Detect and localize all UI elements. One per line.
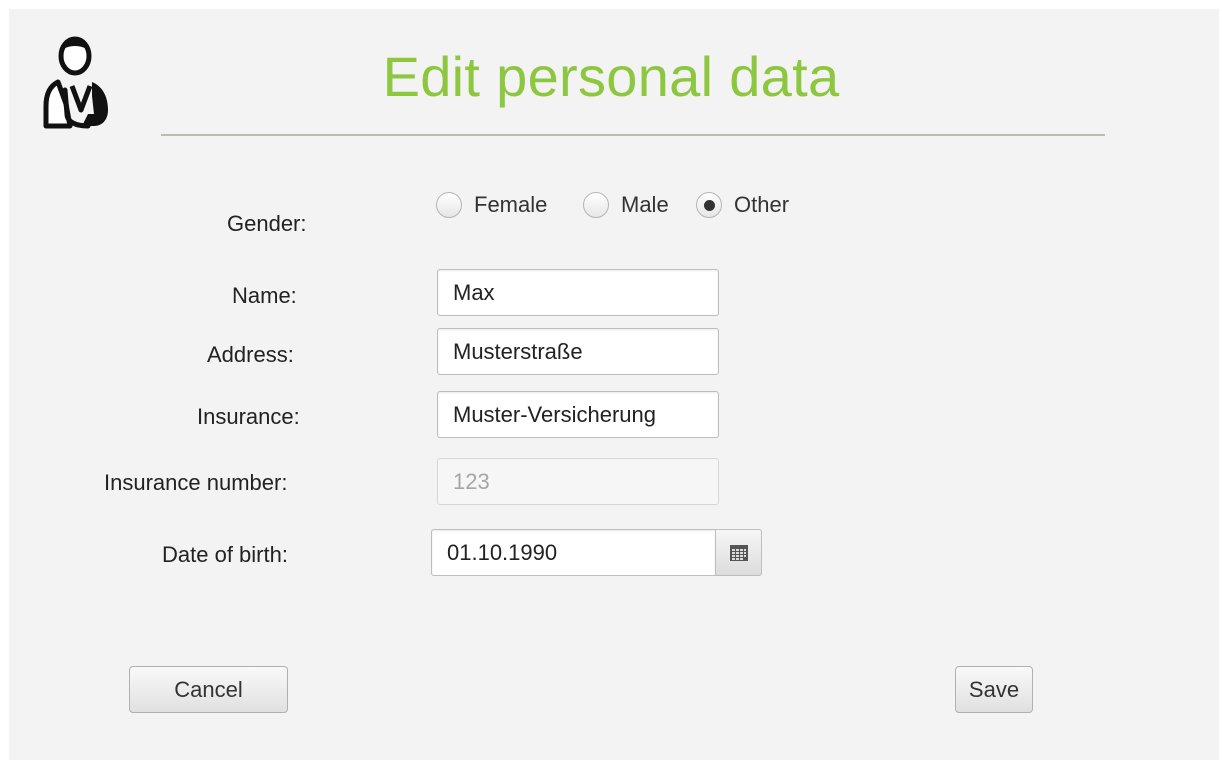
page-title: Edit personal data (382, 45, 840, 108)
insurance-number-label: Insurance number: (104, 470, 288, 495)
date-of-birth-input[interactable]: 01.10.1990 (431, 529, 716, 576)
radio-male[interactable]: Male (583, 192, 669, 218)
radio-female[interactable]: Female (436, 192, 547, 218)
radio-other-label[interactable]: Other (734, 192, 789, 218)
radio-male-indicator[interactable] (583, 192, 609, 218)
radio-male-label[interactable]: Male (621, 192, 669, 218)
name-input[interactable]: Max (437, 269, 719, 316)
name-label: Name: (232, 283, 297, 308)
radio-other[interactable]: Other (696, 192, 789, 218)
radio-female-label[interactable]: Female (474, 192, 547, 218)
address-input[interactable]: Musterstraße (437, 328, 719, 375)
calendar-icon (729, 544, 748, 561)
insurance-number-input: 123 (437, 458, 719, 505)
date-of-birth-label: Date of birth: (162, 542, 288, 567)
date-picker-button[interactable] (715, 529, 762, 576)
radio-other-indicator[interactable] (696, 192, 722, 218)
cancel-button[interactable]: Cancel (129, 666, 288, 713)
dialog-panel (9, 9, 1219, 760)
title-divider (161, 134, 1105, 136)
save-button[interactable]: Save (955, 666, 1033, 713)
radio-female-indicator[interactable] (436, 192, 462, 218)
gender-label: Gender: (227, 211, 307, 236)
address-label: Address: (207, 342, 294, 367)
insurance-label: Insurance: (197, 404, 300, 429)
insurance-input[interactable]: Muster-Versicherung (437, 391, 719, 438)
